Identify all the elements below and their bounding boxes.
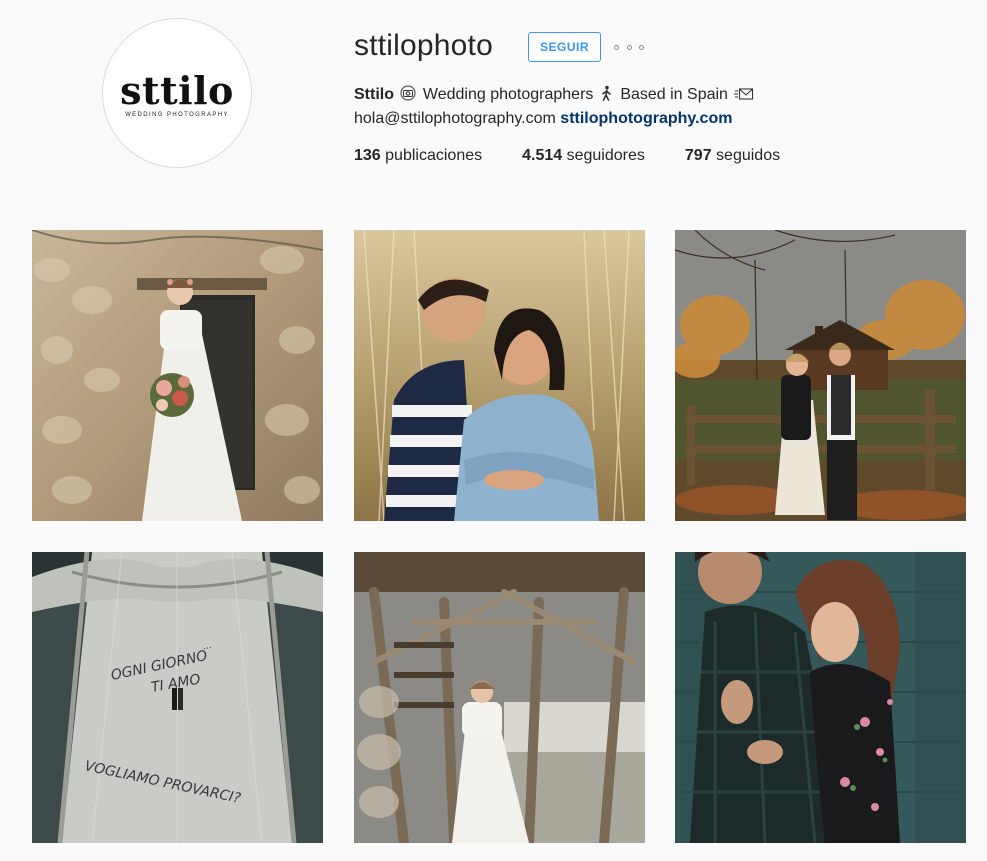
post-thumbnail[interactable] xyxy=(354,230,645,521)
followers-label: seguidores xyxy=(566,147,645,164)
post-thumbnail[interactable] xyxy=(675,552,966,843)
followers-count[interactable]: 4.514 seguidores xyxy=(522,146,645,166)
bio-contact-line: hola@sttilophotography.com sttilophotogr… xyxy=(354,109,732,129)
post-thumbnail[interactable] xyxy=(32,230,323,521)
post-thumbnail[interactable] xyxy=(354,552,645,843)
post-image-couple-grass xyxy=(354,230,645,521)
post-image-bridge-aerial: OGNI GIORNO TI AMO VOGLIAMO PROVARCI? ··… xyxy=(32,552,323,843)
more-options-icon[interactable] xyxy=(614,38,644,56)
posts-count: 136 publicaciones xyxy=(354,146,482,166)
person-walking-icon xyxy=(600,85,614,107)
profile-stats: 136 publicaciones 4.514 seguidores 797 s… xyxy=(354,146,780,166)
bio-text-1: Wedding photographers xyxy=(422,86,594,103)
more-dot xyxy=(614,44,619,50)
follow-button[interactable]: SEGUIR xyxy=(528,32,601,62)
website-link[interactable]: sttilophotography.com xyxy=(560,110,732,127)
post-thumbnail[interactable]: OGNI GIORNO TI AMO VOGLIAMO PROVARCI? ··… xyxy=(32,552,323,843)
posts-number: 136 xyxy=(354,147,381,164)
avatar-logo-text: sttilo xyxy=(120,67,234,113)
bio-name: Sttilo xyxy=(354,86,394,103)
bio-email: hola@sttilophotography.com xyxy=(354,110,556,127)
posts-label: publicaciones xyxy=(385,147,483,164)
post-image-couple-plaid xyxy=(675,552,966,843)
camera-icon xyxy=(400,85,417,107)
post-image-bride-stairs xyxy=(354,552,645,843)
avatar-logo-subtitle: WEDDING PHOTOGRAPHY xyxy=(125,111,229,118)
bio-line: Sttilo Wedding photographers Based in Sp… xyxy=(354,85,756,107)
following-count[interactable]: 797 seguidos xyxy=(685,146,780,166)
following-label: seguidos xyxy=(716,147,781,164)
post-image-bride-doorway xyxy=(32,230,323,521)
profile-page: sttilo WEDDING PHOTOGRAPHY sttilophoto S… xyxy=(0,0,987,861)
profile-avatar[interactable]: sttilo WEDDING PHOTOGRAPHY xyxy=(102,18,252,168)
followers-number: 4.514 xyxy=(522,147,563,164)
bio-text-2: Based in Spain xyxy=(620,86,728,103)
more-dot xyxy=(639,44,644,50)
post-image-couple-cabin xyxy=(675,230,966,521)
envelope-icon xyxy=(734,87,754,107)
following-number: 797 xyxy=(684,147,712,164)
more-dot xyxy=(626,44,632,50)
post-thumbnail[interactable] xyxy=(675,230,966,521)
profile-username: sttilophoto xyxy=(354,29,493,62)
